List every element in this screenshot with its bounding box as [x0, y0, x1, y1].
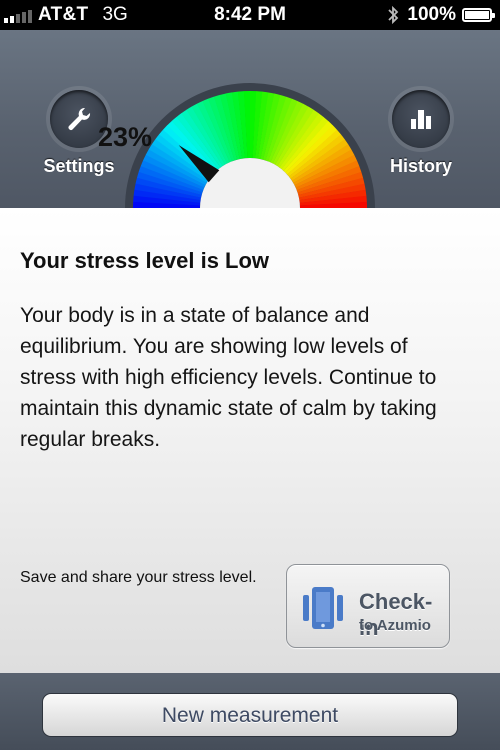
- share-prompt: Save and share your stress level.: [20, 569, 257, 586]
- history-button[interactable]: History: [366, 90, 476, 177]
- header: Settings 23% History: [0, 30, 500, 208]
- checkin-button[interactable]: Check-in to Azumio: [286, 564, 450, 648]
- checkin-subtitle: to Azumio: [359, 617, 431, 634]
- new-measurement-button[interactable]: New measurement: [42, 693, 458, 737]
- battery-icon: [462, 8, 495, 22]
- stress-description: Your body is in a state of balance and e…: [20, 304, 437, 451]
- phone-device-icon: [303, 587, 343, 629]
- bluetooth-icon: [388, 5, 399, 25]
- result-panel: Your stress level is Low Your body is in…: [0, 208, 500, 673]
- footer: New measurement: [0, 673, 500, 750]
- battery-percentage: 100%: [407, 4, 456, 25]
- gauge-value: 23%: [97, 122, 153, 152]
- stress-level-title: Your stress level is Low: [20, 248, 270, 273]
- settings-label: Settings: [43, 156, 115, 176]
- bar-chart-icon: [411, 110, 431, 129]
- status-bar: AT&T 3G 8:42 PM 100%: [0, 0, 500, 30]
- history-label: History: [389, 156, 452, 176]
